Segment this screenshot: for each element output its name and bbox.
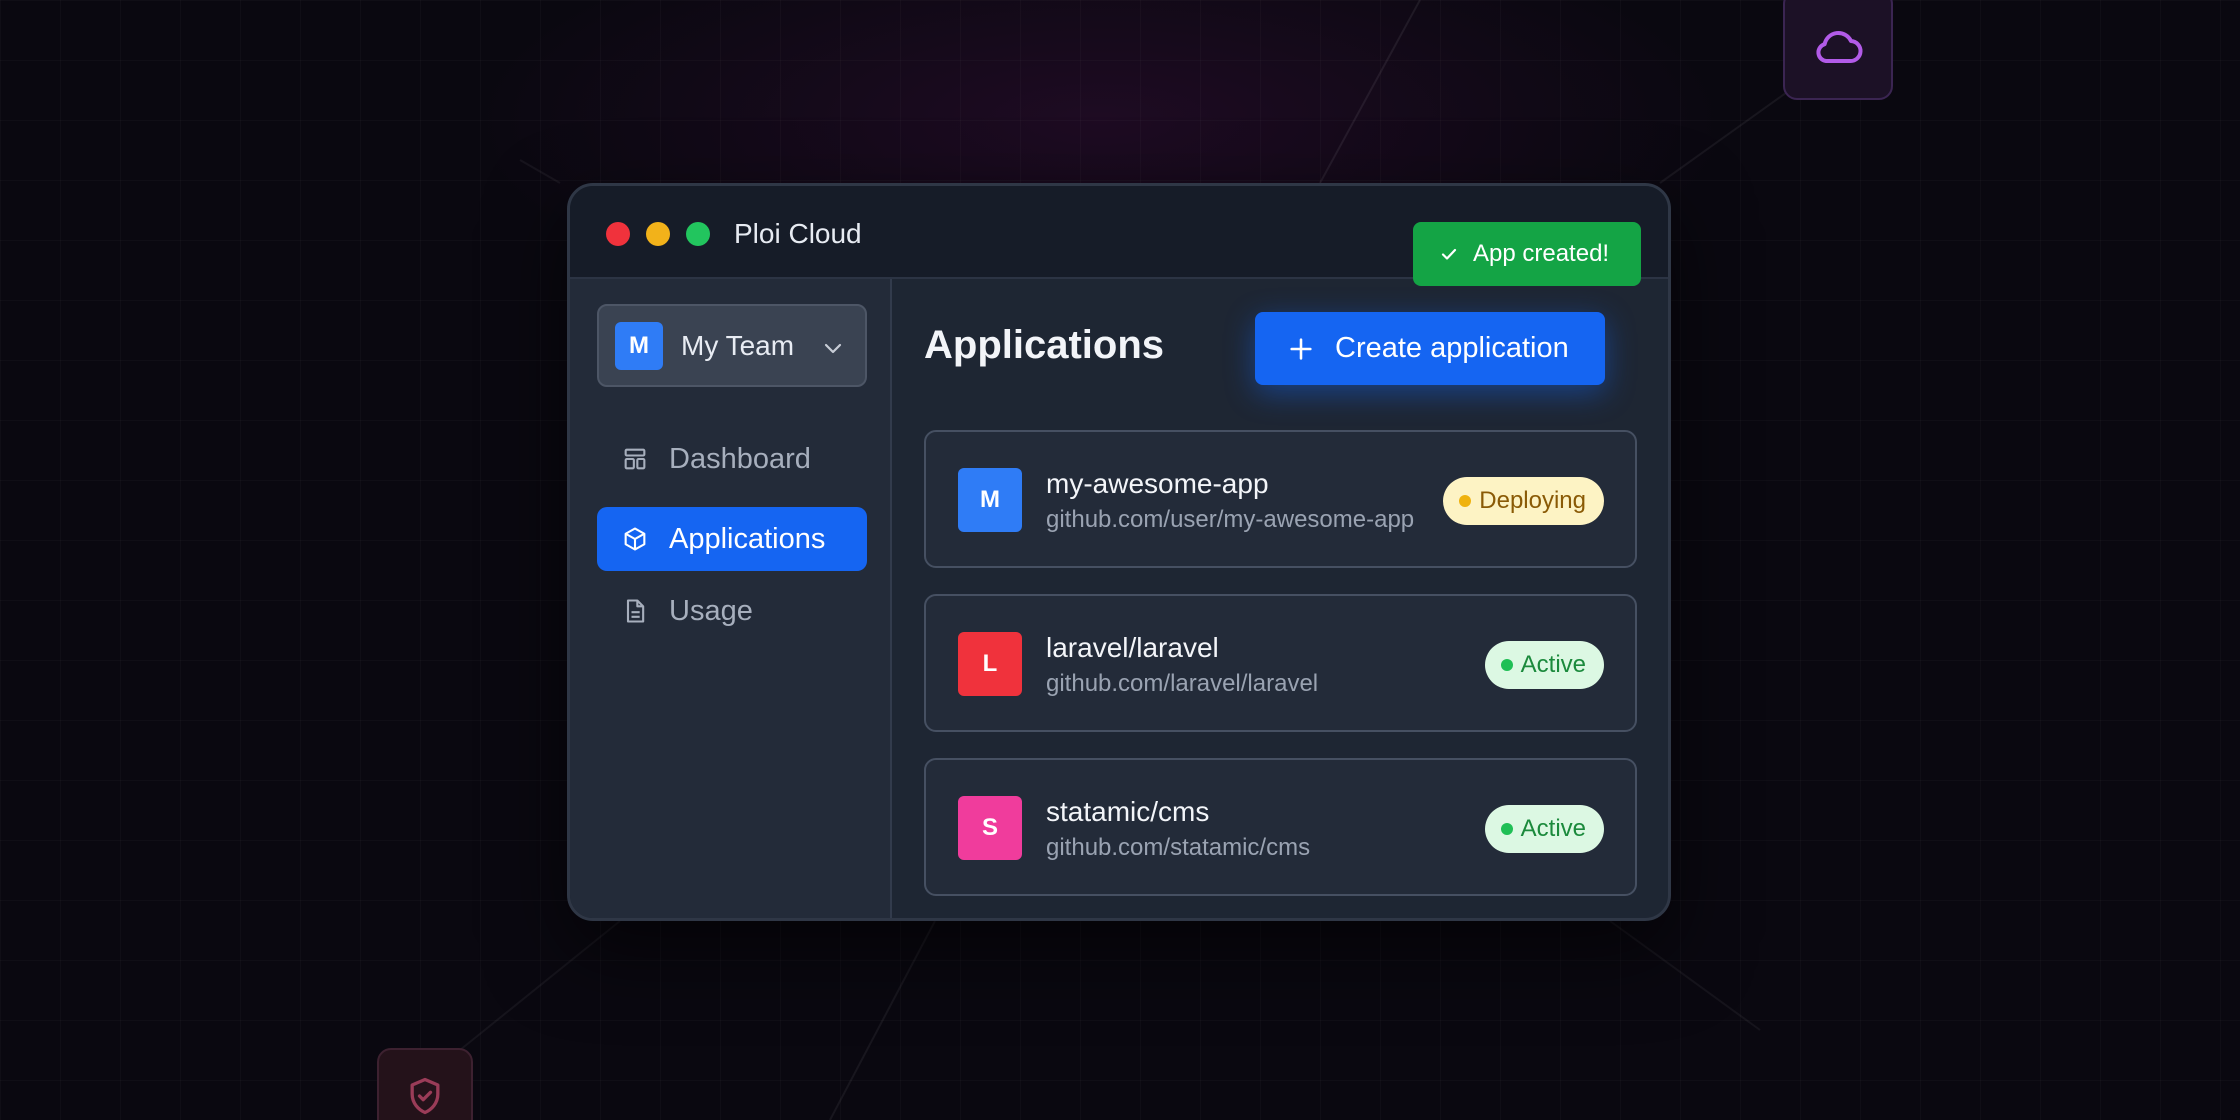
team-switcher[interactable]: M My Team [597,304,867,387]
shield-check-icon [410,1077,440,1115]
maximize-window-button[interactable] [686,222,710,246]
sidebar-item-label: Applications [669,522,826,555]
app-name: statamic/cms [1046,796,1210,827]
sidebar-item-applications[interactable]: Applications [597,507,867,571]
app-repo-url: github.com/laravel/laravel [1046,670,1319,697]
sidebar-item-usage[interactable]: Usage [597,579,867,643]
app-avatar: S [958,796,1022,860]
app-avatar: L [958,632,1022,696]
background-stage: Ploi Cloud App created! M My Team Dashbo… [0,0,2240,1120]
shield-tile [377,1048,473,1120]
app-window: Ploi Cloud App created! M My Team Dashbo… [567,183,1671,921]
toast-message: App created! [1473,240,1610,267]
dashboard-icon [624,448,646,470]
main-content: Applications Create application M my-awe… [892,279,1668,918]
create-application-button[interactable]: Create application [1255,312,1605,385]
app-avatar: M [958,468,1022,532]
team-avatar: M [615,321,663,370]
window-title: Ploi Cloud [734,218,862,249]
sidebar-item-dashboard[interactable]: Dashboard [597,427,867,491]
status-label: Active [1520,815,1586,842]
plus-icon [1290,337,1312,360]
check-icon [1441,248,1457,260]
app-repo-url: github.com/user/my-awesome-app [1046,506,1415,533]
app-card-statamic[interactable]: S statamic/cms github.com/statamic/cms A… [924,758,1637,896]
status-label: Active [1520,651,1586,678]
app-card-my-awesome-app[interactable]: M my-awesome-app github.com/user/my-awes… [924,430,1637,568]
status-dot-icon [1500,659,1513,671]
document-icon [626,599,645,623]
sidebar-item-label: Usage [669,594,753,627]
status-badge: Deploying [1443,477,1604,525]
app-repo-url: github.com/statamic/cms [1046,834,1311,861]
success-toast[interactable]: App created! [1413,222,1641,286]
team-name: My Team [681,329,795,361]
chevron-down-icon [824,343,842,354]
minimize-window-button[interactable] [646,222,670,246]
status-badge: Active [1484,805,1604,853]
cloud-tile [1783,0,1893,100]
cube-icon [624,527,646,551]
status-dot-icon [1459,495,1472,507]
status-label: Deploying [1479,487,1586,514]
close-window-button[interactable] [606,222,630,246]
title-bar: Ploi Cloud App created! [570,186,1668,286]
app-name: my-awesome-app [1046,468,1269,499]
status-dot-icon [1500,823,1513,835]
sidebar-item-label: Dashboard [669,442,811,475]
status-badge: Active [1484,641,1604,689]
cloud-icon [1816,31,1863,63]
sidebar: M My Team Dashboard Applications Usage [570,279,892,918]
app-card-laravel[interactable]: L laravel/laravel github.com/laravel/lar… [924,594,1637,732]
app-name: laravel/laravel [1046,632,1219,663]
page-title: Applications [924,323,1165,367]
create-application-label: Create application [1335,332,1569,364]
